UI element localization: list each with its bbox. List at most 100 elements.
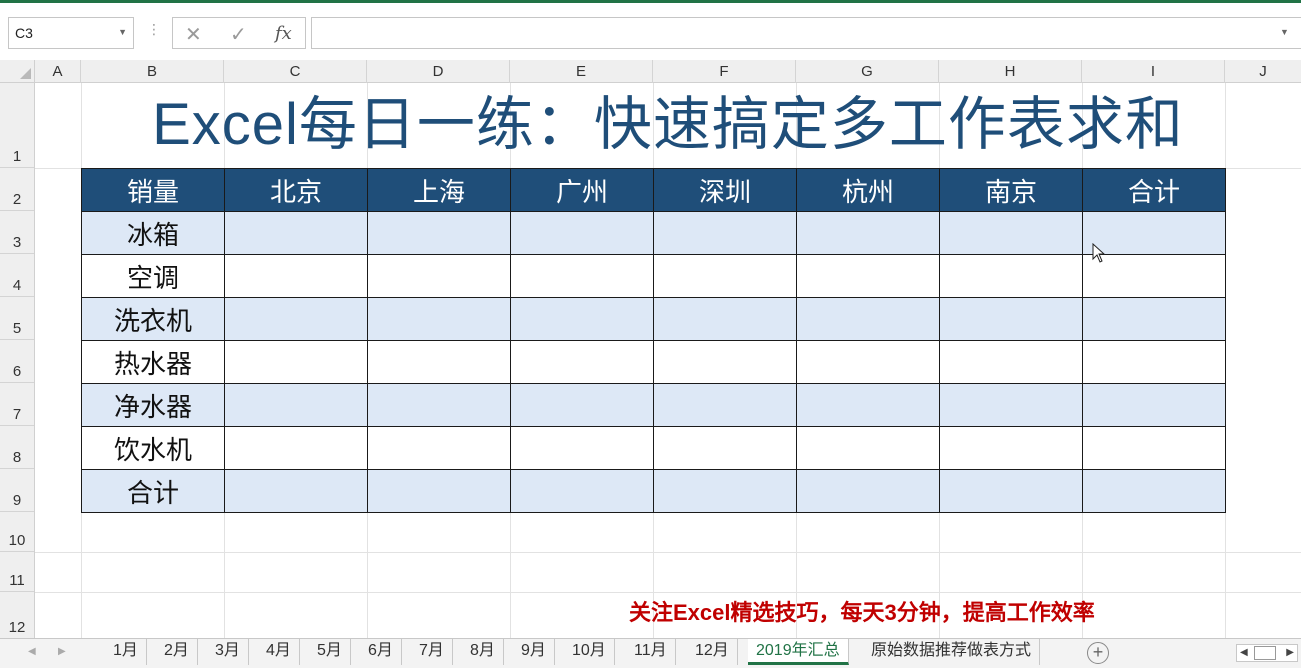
header-cell[interactable]: 南京 (939, 168, 1083, 212)
data-cell[interactable] (367, 383, 511, 427)
data-cell[interactable] (1082, 383, 1226, 427)
data-cell[interactable] (1082, 469, 1226, 513)
row-label-cell[interactable]: 合计 (81, 469, 225, 513)
data-cell[interactable] (796, 211, 940, 255)
data-cell[interactable] (510, 426, 654, 470)
sheet-tab[interactable]: 8月 (462, 639, 504, 665)
data-cell[interactable] (224, 340, 368, 384)
sheet-tab-active[interactable]: 2019年汇总 (748, 639, 849, 665)
data-cell[interactable] (939, 383, 1083, 427)
column-header-f[interactable]: F (653, 60, 796, 83)
row-header-2[interactable]: 2 (0, 168, 34, 211)
select-all-button[interactable] (0, 60, 35, 83)
data-cell[interactable] (796, 254, 940, 298)
column-header-a[interactable]: A (35, 60, 81, 83)
header-cell[interactable]: 销量 (81, 168, 225, 212)
formula-input[interactable] (311, 17, 1301, 49)
scroll-right-icon[interactable]: ▶ (1286, 647, 1294, 658)
data-cell[interactable] (653, 211, 797, 255)
row-header-10[interactable]: 10 (0, 512, 34, 552)
data-cell[interactable] (939, 340, 1083, 384)
sheet-tab[interactable]: 1月 (105, 639, 147, 665)
scroll-tabs-left-icon[interactable]: ◀ (28, 646, 36, 657)
data-cell[interactable] (224, 297, 368, 341)
sheet-tab[interactable]: 3月 (207, 639, 249, 665)
row-header-1[interactable]: 1 (0, 83, 34, 168)
data-cell[interactable] (796, 297, 940, 341)
row-label-cell[interactable]: 饮水机 (81, 426, 225, 470)
row-header-6[interactable]: 6 (0, 340, 34, 383)
data-cell[interactable] (939, 469, 1083, 513)
data-cell[interactable] (510, 297, 654, 341)
sheet-tab[interactable]: 5月 (309, 639, 351, 665)
scroll-left-icon[interactable]: ◀ (1240, 647, 1248, 658)
column-header-j[interactable]: J (1225, 60, 1301, 83)
data-cell[interactable] (796, 383, 940, 427)
column-header-e[interactable]: E (510, 60, 653, 83)
data-cell[interactable] (796, 469, 940, 513)
data-cell[interactable] (653, 383, 797, 427)
data-cell[interactable] (367, 254, 511, 298)
row-header-5[interactable]: 5 (0, 297, 34, 340)
data-cell[interactable] (224, 211, 368, 255)
horizontal-scrollbar[interactable]: ◀ ▶ (1236, 644, 1298, 662)
column-header-g[interactable]: G (796, 60, 939, 83)
column-header-c[interactable]: C (224, 60, 367, 83)
data-cell[interactable] (224, 469, 368, 513)
data-cell[interactable] (653, 297, 797, 341)
data-cell[interactable] (653, 469, 797, 513)
chevron-down-icon[interactable]: ▼ (118, 27, 127, 37)
sheet-tab[interactable]: 7月 (411, 639, 453, 665)
header-cell[interactable]: 合计 (1082, 168, 1226, 212)
data-cell[interactable] (1082, 340, 1226, 384)
data-cell[interactable] (939, 254, 1083, 298)
row-label-cell[interactable]: 冰箱 (81, 211, 225, 255)
cancel-icon[interactable]: ✕ (185, 22, 202, 47)
row-header-7[interactable]: 7 (0, 383, 34, 426)
data-cell[interactable] (653, 254, 797, 298)
name-box[interactable]: C3 ▼ (8, 17, 134, 49)
expand-formula-bar-icon[interactable]: ▼ (1280, 27, 1289, 37)
scroll-thumb[interactable] (1254, 646, 1276, 660)
header-cell[interactable]: 杭州 (796, 168, 940, 212)
sheet-tab[interactable]: 4月 (258, 639, 300, 665)
data-cell[interactable] (939, 297, 1083, 341)
row-header-4[interactable]: 4 (0, 254, 34, 297)
row-label-cell[interactable]: 空调 (81, 254, 225, 298)
data-cell[interactable] (367, 469, 511, 513)
data-cell[interactable] (224, 383, 368, 427)
data-cell[interactable] (367, 297, 511, 341)
sheet-tab[interactable]: 原始数据推荐做表方式 (863, 639, 1041, 665)
data-cell[interactable] (367, 211, 511, 255)
data-cell[interactable] (224, 426, 368, 470)
row-header-3[interactable]: 3 (0, 211, 34, 254)
sheet-tab[interactable]: 2月 (156, 639, 198, 665)
data-cell[interactable] (653, 426, 797, 470)
data-cell[interactable] (653, 340, 797, 384)
sheet-tab[interactable]: 9月 (513, 639, 555, 665)
row-header-12[interactable]: 12 (0, 592, 34, 638)
data-cell[interactable] (510, 211, 654, 255)
row-header-9[interactable]: 9 (0, 469, 34, 512)
sheet-tab[interactable]: 12月 (687, 639, 738, 665)
data-cell[interactable] (510, 340, 654, 384)
data-cell[interactable] (1082, 297, 1226, 341)
column-header-i[interactable]: I (1082, 60, 1225, 83)
row-label-cell[interactable]: 净水器 (81, 383, 225, 427)
drag-handle-icon[interactable]: ⋮ (147, 21, 161, 38)
data-cell[interactable] (367, 340, 511, 384)
header-cell[interactable]: 深圳 (653, 168, 797, 212)
add-sheet-icon[interactable]: + (1087, 642, 1109, 664)
data-cell[interactable] (510, 254, 654, 298)
header-cell[interactable]: 北京 (224, 168, 368, 212)
sheet-tab[interactable]: 6月 (360, 639, 402, 665)
data-cell[interactable] (224, 254, 368, 298)
row-label-cell[interactable]: 洗衣机 (81, 297, 225, 341)
scroll-tabs-right-icon[interactable]: ▶ (58, 646, 66, 657)
column-header-h[interactable]: H (939, 60, 1082, 83)
data-cell[interactable] (939, 211, 1083, 255)
insert-function-icon[interactable]: fx (275, 23, 292, 44)
row-header-8[interactable]: 8 (0, 426, 34, 469)
column-header-d[interactable]: D (367, 60, 510, 83)
enter-icon[interactable]: ✓ (230, 22, 247, 47)
